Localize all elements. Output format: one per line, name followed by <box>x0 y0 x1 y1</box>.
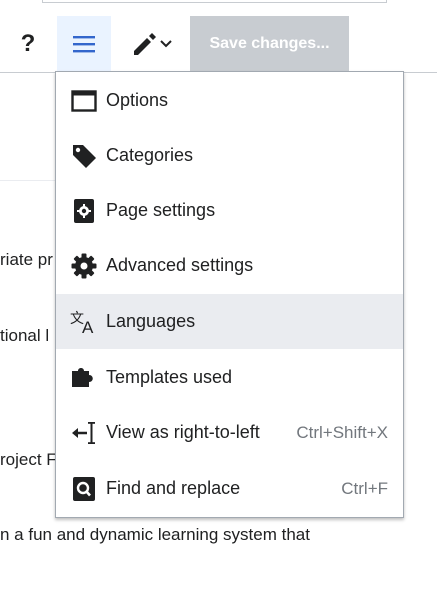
editor-toolbar: ? Save changes... <box>0 16 437 72</box>
menu-item-shortcut: Ctrl+F <box>341 478 388 498</box>
menu-item-label: View as right-to-left <box>106 422 260 442</box>
help-button[interactable]: ? <box>10 16 46 72</box>
page-text-line: riate pr <box>0 250 53 269</box>
section-divider <box>0 180 60 181</box>
page-text-line: tional l <box>0 326 50 345</box>
menu-item-shortcut: Ctrl+Shift+X <box>296 422 388 442</box>
puzzle-icon <box>70 364 98 392</box>
svg-text:A: A <box>82 318 94 335</box>
chevron-down-icon <box>160 40 172 48</box>
menu-item-label: Categories <box>106 145 194 165</box>
help-label: ? <box>20 30 36 57</box>
search-frame <box>42 0 387 3</box>
menu-item-label: Options <box>106 90 169 110</box>
language-icon: 文 A <box>70 308 98 336</box>
menu-item-languages[interactable]: 文 A Languages <box>56 294 403 349</box>
hamburger-icon <box>73 36 95 53</box>
tools-dropdown-menu: Options Categories Page settings Advance… <box>55 71 404 518</box>
tag-icon <box>70 142 98 170</box>
menu-item-label: Languages <box>106 311 196 331</box>
menu-item-page-settings[interactable]: Page settings <box>56 183 403 238</box>
page-text-line: n a fun and dynamic learning system that <box>0 525 310 544</box>
text-direction-icon <box>70 419 98 447</box>
menu-item-find-replace[interactable]: Find and replace Ctrl+F <box>56 461 403 516</box>
window-icon <box>70 87 98 115</box>
page-settings-icon <box>70 197 98 225</box>
edit-mode-button[interactable] <box>120 16 182 72</box>
gear-icon <box>70 252 98 280</box>
save-changes-button[interactable]: Save changes... <box>190 16 349 72</box>
menu-item-templates-used[interactable]: Templates used <box>56 350 403 405</box>
menu-item-label: Advanced settings <box>106 255 254 275</box>
menu-item-label: Page settings <box>106 200 216 220</box>
menu-item-advanced-settings[interactable]: Advanced settings <box>56 238 403 293</box>
hamburger-menu-button[interactable] <box>57 16 111 72</box>
menu-item-label: Find and replace <box>106 478 241 498</box>
save-label: Save changes... <box>209 35 330 52</box>
menu-item-label: Templates used <box>106 367 233 387</box>
page-text-line: roject F <box>0 450 57 469</box>
menu-item-categories[interactable]: Categories <box>56 128 403 183</box>
pencil-icon <box>134 33 156 55</box>
find-replace-icon <box>70 475 98 503</box>
menu-item-options[interactable]: Options <box>56 73 403 128</box>
menu-item-view-rtl[interactable]: View as right-to-left Ctrl+Shift+X <box>56 405 403 460</box>
